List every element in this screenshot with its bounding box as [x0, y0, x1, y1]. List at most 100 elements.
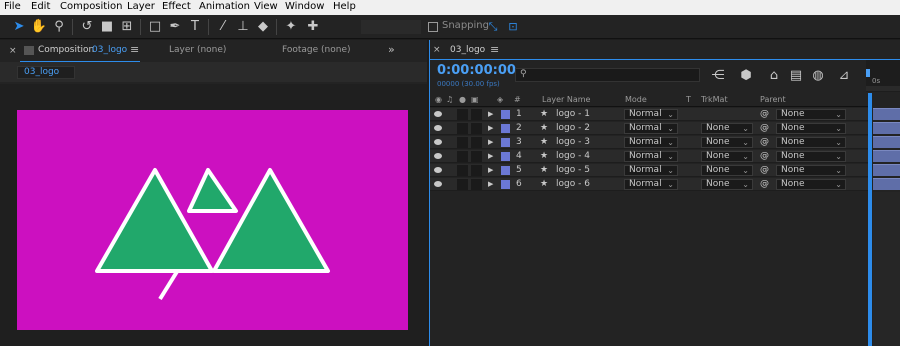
shy-layers-icon[interactable]: ⌂ [765, 67, 783, 85]
expand-arrow-icon[interactable]: ▶ [488, 136, 493, 149]
lock-icon[interactable] [24, 46, 34, 55]
solo-toggle[interactable] [457, 151, 468, 162]
pick-whip-icon[interactable]: @ [760, 164, 769, 177]
brush-tool-icon[interactable]: ⁄ [214, 18, 232, 36]
mode-dropdown[interactable]: Normal ⌄ [624, 109, 678, 120]
playhead[interactable] [868, 93, 872, 346]
layer-name[interactable]: logo - 4 [556, 150, 590, 163]
layer-row[interactable]: ▶ 4 ★ logo - 4 Normal ⌄ None ⌄ @ None ⌄ [430, 150, 868, 163]
visibility-eye-icon[interactable] [434, 167, 442, 173]
lock-toggle[interactable] [471, 109, 482, 120]
layer-search-input[interactable]: ⚲ [515, 68, 700, 82]
close-timeline-tab-icon[interactable]: × [433, 45, 441, 55]
lock-toggle[interactable] [471, 137, 482, 148]
composition-tab-label[interactable]: Composition [38, 45, 94, 55]
mode-dropdown[interactable]: Normal ⌄ [624, 165, 678, 176]
pick-whip-icon[interactable]: @ [760, 150, 769, 163]
trkmat-dropdown[interactable]: None ⌄ [701, 179, 753, 190]
layer-name[interactable]: logo - 3 [556, 136, 590, 149]
panel-menu-icon[interactable]: ≡ [130, 43, 139, 56]
composition-tab-name[interactable]: 03_logo [92, 45, 127, 55]
expand-arrow-icon[interactable]: ▶ [488, 150, 493, 163]
expand-arrow-icon[interactable]: ▶ [488, 178, 493, 191]
visibility-eye-icon[interactable] [434, 111, 442, 117]
motion-blur-icon[interactable]: ◍ [809, 67, 827, 85]
snapping-checkbox[interactable] [428, 22, 438, 32]
layer-name-header[interactable]: Layer Name [542, 95, 590, 104]
hand-tool-icon[interactable]: ✋ [30, 18, 48, 36]
current-time-display[interactable]: 0:00:00:00 [437, 63, 516, 78]
graph-editor-icon[interactable]: ⊿ [835, 67, 853, 85]
mode-dropdown[interactable]: Normal ⌄ [624, 179, 678, 190]
footage-tab[interactable]: Footage (none) [282, 45, 351, 55]
menu-view[interactable]: View [254, 1, 278, 12]
layer-row[interactable]: ▶ 2 ★ logo - 2 Normal ⌄ None ⌄ @ None ⌄ [430, 122, 868, 135]
visibility-eye-icon[interactable] [434, 181, 442, 187]
parent-dropdown[interactable]: None ⌄ [776, 179, 846, 190]
draft-3d-icon[interactable]: ⬢ [737, 67, 755, 85]
parent-dropdown[interactable]: None ⌄ [776, 123, 846, 134]
solo-toggle[interactable] [457, 123, 468, 134]
parent-dropdown[interactable]: None ⌄ [776, 109, 846, 120]
label-color-swatch[interactable] [501, 124, 510, 133]
layer-duration-bar[interactable] [873, 164, 900, 176]
layer-tab[interactable]: Layer (none) [169, 45, 226, 55]
layer-duration-bar[interactable] [873, 108, 900, 120]
timeline-tab[interactable]: 03_logo [450, 45, 485, 55]
layer-row[interactable]: ▶ 1 ★ logo - 1 Normal ⌄ @ None ⌄ [430, 108, 868, 121]
layer-duration-bar[interactable] [873, 150, 900, 162]
visibility-eye-icon[interactable] [434, 125, 442, 131]
mode-dropdown[interactable]: Normal ⌄ [624, 123, 678, 134]
menu-effect[interactable]: Effect [162, 1, 191, 12]
time-ruler[interactable]: 0s [866, 60, 900, 92]
visibility-eye-icon[interactable] [434, 153, 442, 159]
visibility-eye-icon[interactable] [434, 139, 442, 145]
label-color-swatch[interactable] [501, 110, 510, 119]
zoom-tool-icon[interactable]: ⚲ [50, 18, 68, 36]
menu-layer[interactable]: Layer [127, 1, 155, 12]
trkmat-dropdown[interactable]: None ⌄ [701, 165, 753, 176]
label-color-swatch[interactable] [501, 180, 510, 189]
pick-whip-icon[interactable]: @ [760, 178, 769, 191]
layer-name[interactable]: logo - 2 [556, 122, 590, 135]
eraser-tool-icon[interactable]: ◆ [254, 18, 272, 36]
camera-tool-icon[interactable]: ■ [98, 18, 116, 36]
composition-viewer[interactable] [17, 110, 408, 330]
pick-whip-icon[interactable]: @ [760, 136, 769, 149]
snap-edges-icon[interactable]: ⤡ [484, 18, 502, 36]
label-color-swatch[interactable] [501, 166, 510, 175]
frame-blending-icon[interactable]: ▤ [787, 67, 805, 85]
expand-arrow-icon[interactable]: ▶ [488, 108, 493, 121]
solo-toggle[interactable] [457, 109, 468, 120]
lock-toggle[interactable] [471, 123, 482, 134]
menu-window[interactable]: Window [285, 1, 324, 12]
layer-name[interactable]: logo - 1 [556, 108, 590, 121]
puppet-pin-tool-icon[interactable]: ✚ [304, 18, 322, 36]
lock-toggle[interactable] [471, 151, 482, 162]
menu-file[interactable]: File [4, 1, 21, 12]
menu-animation[interactable]: Animation [199, 1, 250, 12]
pick-whip-icon[interactable]: @ [760, 108, 769, 121]
solo-toggle[interactable] [457, 137, 468, 148]
label-color-swatch[interactable] [501, 152, 510, 161]
trkmat-dropdown[interactable]: None ⌄ [701, 123, 753, 134]
parent-dropdown[interactable]: None ⌄ [776, 151, 846, 162]
parent-dropdown[interactable]: None ⌄ [776, 165, 846, 176]
layer-name[interactable]: logo - 6 [556, 178, 590, 191]
pen-tool-icon[interactable]: ✒ [166, 18, 184, 36]
comp-flowchart-icon[interactable]: ⋲ [709, 67, 727, 85]
expand-arrow-icon[interactable]: ▶ [488, 122, 493, 135]
clone-stamp-tool-icon[interactable]: ⊥ [234, 18, 252, 36]
selection-tool-icon[interactable]: ➤ [10, 18, 28, 36]
lock-toggle[interactable] [471, 179, 482, 190]
type-tool-icon[interactable]: T [186, 18, 204, 36]
composition-breadcrumb[interactable]: 03_logo [17, 66, 75, 79]
snap-features-icon[interactable]: ⊡ [504, 18, 522, 36]
rectangle-tool-icon[interactable]: □ [146, 18, 164, 36]
solo-toggle[interactable] [457, 179, 468, 190]
mode-dropdown[interactable]: Normal ⌄ [624, 137, 678, 148]
rotate-tool-icon[interactable]: ↺ [78, 18, 96, 36]
menu-edit[interactable]: Edit [31, 1, 50, 12]
lock-toggle[interactable] [471, 165, 482, 176]
layer-row[interactable]: ▶ 6 ★ logo - 6 Normal ⌄ None ⌄ @ None ⌄ [430, 178, 868, 191]
